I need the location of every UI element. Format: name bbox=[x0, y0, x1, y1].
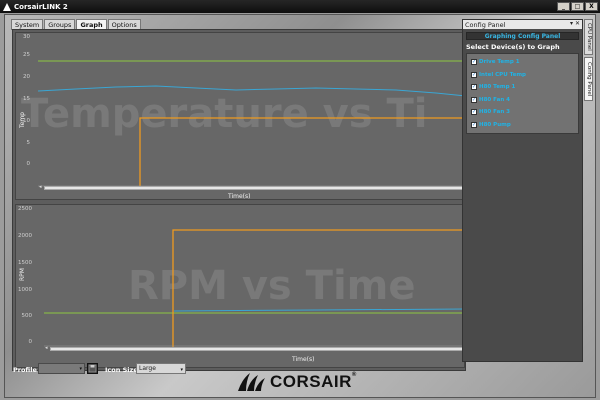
device-label: Intel CPU Temp bbox=[479, 71, 526, 78]
corsair-sails-icon bbox=[238, 373, 265, 391]
chevron-down-icon: ▾ bbox=[79, 366, 82, 372]
device-list: ✓ Drive Temp 1 ✓ Intel CPU Temp ✓ H80 Te… bbox=[466, 53, 579, 134]
tab-cpu-panel[interactable]: CPU Panel bbox=[584, 19, 593, 55]
checkbox-checked-icon[interactable]: ✓ bbox=[471, 109, 477, 116]
checkbox-checked-icon[interactable]: ✓ bbox=[471, 96, 477, 103]
device-label: Drive Temp 1 bbox=[479, 59, 520, 66]
config-panel-header-title: Config Panel bbox=[465, 20, 506, 29]
scroll-left-icon[interactable]: ◂ bbox=[39, 185, 43, 190]
device-label: H80 Fan 4 bbox=[479, 96, 510, 103]
config-panel: Config Panel ▾ ✕ Graphing Config Panel S… bbox=[462, 19, 583, 362]
brand-name: CORSAIR bbox=[270, 372, 352, 391]
device-label: H80 Fan 3 bbox=[479, 109, 510, 116]
graphing-config-title: Graphing Config Panel bbox=[466, 32, 579, 40]
chevron-down-icon: ▾ bbox=[180, 367, 183, 373]
select-devices-label: Select Device(s) to Graph bbox=[466, 43, 560, 51]
profile-dropdown[interactable]: ▾ bbox=[38, 363, 85, 374]
temperature-graph: Temperature vs Ti 30 25 20 15 10 5 0 Tem… bbox=[15, 32, 466, 200]
floppy-disk-icon bbox=[88, 364, 97, 373]
rpm-series-orange bbox=[172, 229, 466, 347]
window-controls: _ □ X bbox=[557, 2, 598, 11]
app-logo-icon bbox=[3, 2, 11, 11]
tab-config-panel[interactable]: Config Panel bbox=[584, 57, 593, 101]
icon-size-value: Large bbox=[139, 365, 156, 372]
title-bar: CorsairLINK 2 _ □ X bbox=[0, 0, 600, 13]
window-title: CorsairLINK 2 bbox=[14, 2, 68, 11]
device-label: H80 Temp 1 bbox=[479, 84, 516, 91]
device-item[interactable]: ✓ Drive Temp 1 bbox=[471, 56, 574, 69]
bottom-toolbar: Profile : ▾ Icon Size : Large ▾ CORSAIR® bbox=[5, 361, 597, 399]
registered-mark: ® bbox=[351, 372, 357, 378]
temp-series-orange bbox=[139, 117, 466, 186]
device-item[interactable]: ✓ H80 Temp 1 bbox=[471, 81, 574, 94]
checkbox-checked-icon[interactable]: ✓ bbox=[471, 59, 477, 66]
temp-x-axis-label: Time(s) bbox=[228, 193, 251, 200]
minimize-button[interactable]: _ bbox=[557, 2, 570, 11]
temperature-plot bbox=[37, 60, 466, 187]
brand-wordmark: CORSAIR® bbox=[270, 372, 357, 392]
rpm-horizontal-scrollbar[interactable] bbox=[50, 347, 464, 351]
checkbox-checked-icon[interactable]: ✓ bbox=[471, 71, 477, 78]
side-tabs: CPU Panel Config Panel bbox=[584, 19, 594, 103]
checkbox-checked-icon[interactable]: ✓ bbox=[471, 84, 477, 91]
panel-controls-icon[interactable]: ▾ ✕ bbox=[570, 20, 580, 27]
save-profile-button[interactable] bbox=[87, 363, 98, 374]
graph-area: Temperature vs Ti 30 25 20 15 10 5 0 Tem… bbox=[12, 29, 466, 371]
corsair-logo: CORSAIR® bbox=[236, 371, 357, 393]
temp-horizontal-scrollbar[interactable] bbox=[44, 186, 464, 190]
scroll-left-icon[interactable]: ◂ bbox=[45, 346, 49, 351]
checkbox-checked-icon[interactable]: ✓ bbox=[471, 121, 477, 128]
device-item[interactable]: ✓ Intel CPU Temp bbox=[471, 69, 574, 82]
rpm-plot bbox=[44, 229, 466, 347]
maximize-button[interactable]: □ bbox=[571, 2, 584, 11]
rpm-series-blue bbox=[173, 308, 466, 312]
close-button[interactable]: X bbox=[585, 2, 598, 11]
temp-series-blue bbox=[37, 85, 466, 97]
device-item[interactable]: ✓ H80 Pump bbox=[471, 119, 574, 132]
main-window: System Groups Graph Options Temperature … bbox=[4, 14, 596, 398]
device-item[interactable]: ✓ H80 Fan 3 bbox=[471, 106, 574, 119]
device-item[interactable]: ✓ H80 Fan 4 bbox=[471, 94, 574, 107]
device-label: H80 Pump bbox=[479, 121, 511, 128]
icon-size-dropdown[interactable]: Large ▾ bbox=[136, 363, 186, 374]
rpm-graph: RPM vs Time 2500 2000 1500 1000 500 0 RP… bbox=[15, 204, 466, 368]
config-panel-header: Config Panel ▾ ✕ bbox=[463, 20, 582, 29]
